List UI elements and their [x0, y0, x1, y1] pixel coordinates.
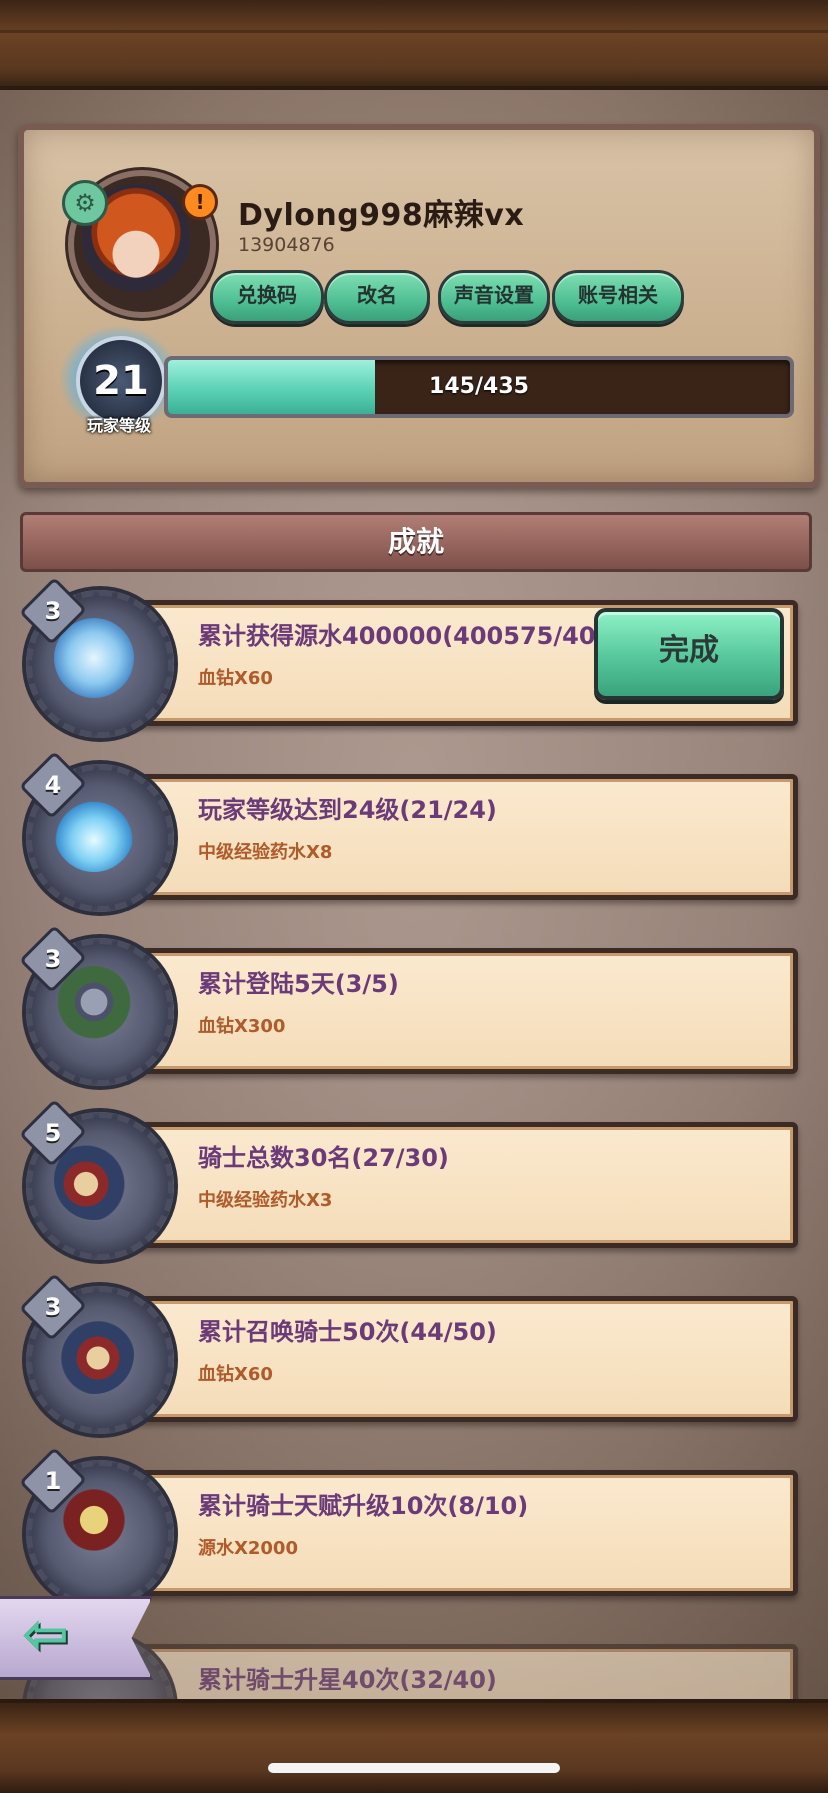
player-name: Dylong998麻辣vx	[238, 198, 525, 233]
achievement-count: 1	[44, 1467, 62, 1495]
player-id: 13904876	[238, 234, 335, 256]
achievement-row: 4 玩家等级达到24级(21/24) 中级经验药水X8	[19, 751, 800, 912]
home-indicator[interactable]	[268, 1763, 560, 1773]
profile-panel: ⚙ ! Dylong998麻辣vx 13904876 兑换码 改名 声音设置 账…	[18, 124, 820, 488]
achievement-count: 3	[44, 1293, 62, 1321]
top-wood-frame	[0, 0, 828, 90]
achievement-title: 累计骑士天赋升级10次(8/10)	[198, 1492, 529, 1520]
achievement-count: 4	[44, 771, 62, 799]
complete-button[interactable]: 完成	[594, 608, 784, 700]
achievement-title: 累计登陆5天(3/5)	[198, 970, 399, 998]
achievement-title: 累计骑士升星40次(32/40)	[198, 1666, 497, 1694]
settings-gear-icon[interactable]: ⚙	[62, 180, 108, 226]
achievement-reward: 血钻X300	[198, 1016, 286, 1037]
xp-progress-bar: 145/435	[164, 356, 794, 418]
achievement-row: 1 累计骑士天赋升级10次(8/10) 源水X2000	[19, 1447, 800, 1608]
sound-settings-button[interactable]: 声音设置	[438, 270, 550, 324]
achievement-count: 3	[44, 945, 62, 973]
xp-progress-text: 145/435	[429, 374, 529, 399]
achievement-reward: 血钻X60	[198, 668, 273, 689]
back-arrow-icon: ⇦	[22, 1602, 69, 1667]
achievement-row: 5 骑士总数30名(27/30) 中级经验药水X3	[19, 1099, 800, 1260]
achievement-reward: 源水X2000	[198, 1538, 298, 1559]
achievement-reward: 中级经验药水X3	[198, 1190, 333, 1211]
achievement-title: 累计召唤骑士50次(44/50)	[198, 1318, 497, 1346]
redeem-code-button[interactable]: 兑换码	[210, 270, 324, 324]
account-button[interactable]: 账号相关	[552, 270, 684, 324]
achievement-title: 骑士总数30名(27/30)	[198, 1144, 449, 1172]
bottom-wood-frame	[0, 1699, 828, 1793]
achievement-count: 5	[44, 1119, 62, 1147]
achievement-row: 3 累计召唤骑士50次(44/50) 血钻X60	[19, 1273, 800, 1434]
alert-icon: !	[182, 184, 218, 220]
achievement-reward: 中级经验药水X8	[198, 842, 333, 863]
back-button[interactable]: ⇦	[0, 1588, 170, 1688]
achievement-count: 3	[44, 597, 62, 625]
player-level-label: 玩家等级	[86, 416, 151, 435]
rename-button[interactable]: 改名	[324, 270, 430, 324]
achievement-row: 3 累计获得源水400000(400575/400000) 血钻X60 完成	[19, 577, 800, 738]
achievement-row: 3 累计登陆5天(3/5) 血钻X300	[19, 925, 800, 1086]
achievements-header: 成就	[20, 512, 812, 572]
achievement-reward: 血钻X60	[198, 1364, 273, 1385]
achievement-title: 玩家等级达到24级(21/24)	[198, 796, 497, 824]
